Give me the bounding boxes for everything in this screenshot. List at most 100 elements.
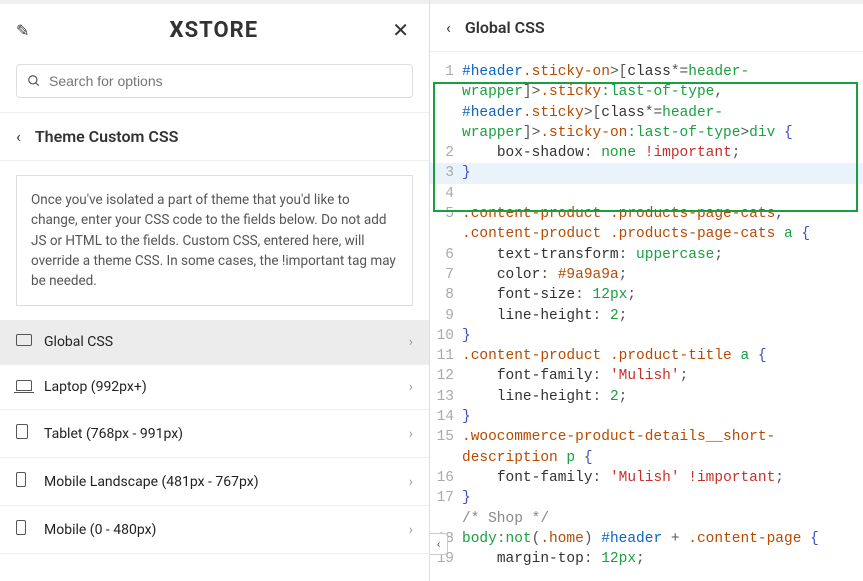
code-content: font-family: 'Mulish';: [462, 366, 863, 386]
code-content: /* Shop */: [462, 509, 863, 529]
code-line[interactable]: 17}: [430, 488, 863, 508]
line-number: [430, 448, 462, 468]
editor-header: ‹ Global CSS: [430, 4, 863, 52]
code-line[interactable]: #header.sticky>[class*=header-: [430, 103, 863, 123]
code-content: .content-product .products-page-cats,: [462, 204, 863, 224]
code-content: margin-top: 12px;: [462, 549, 863, 569]
code-line[interactable]: wrapper]>.sticky-on:last-of-type>div {: [430, 123, 863, 143]
device-icon: [16, 424, 34, 443]
menu-item-label: Mobile Landscape (481px - 767px): [44, 474, 409, 490]
line-number: 7: [430, 265, 462, 285]
line-number: 12: [430, 366, 462, 386]
code-content: .content-product .product-title a {: [462, 346, 863, 366]
line-number: [430, 224, 462, 244]
line-number: 10: [430, 326, 462, 346]
code-line[interactable]: /* Shop */: [430, 509, 863, 529]
line-number: 11: [430, 346, 462, 366]
code-content: wrapper]>.sticky-on:last-of-type>div {: [462, 123, 863, 143]
code-line[interactable]: 12 font-family: 'Mulish';: [430, 366, 863, 386]
device-icon: [16, 472, 34, 491]
line-number: 8: [430, 285, 462, 305]
back-icon[interactable]: ‹: [16, 127, 21, 146]
code-line[interactable]: 9 line-height: 2;: [430, 306, 863, 326]
menu-item[interactable]: Global CSS›: [0, 320, 429, 365]
chevron-right-icon: ›: [409, 474, 413, 490]
logo: XSTORE: [39, 18, 388, 43]
line-number: 6: [430, 245, 462, 265]
code-line[interactable]: .content-product .products-page-cats a {: [430, 224, 863, 244]
chevron-right-icon: ›: [409, 426, 413, 442]
line-number: 13: [430, 387, 462, 407]
line-number: 2: [430, 143, 462, 163]
code-content: }: [462, 407, 863, 427]
code-line[interactable]: 14}: [430, 407, 863, 427]
back-icon[interactable]: ‹: [446, 18, 451, 37]
section-header: ‹ Theme Custom CSS: [0, 112, 429, 161]
code-content: box-shadow: none !important;: [462, 143, 863, 163]
collapse-button[interactable]: ‹: [430, 533, 448, 555]
code-line[interactable]: 6 text-transform: uppercase;: [430, 245, 863, 265]
css-editor[interactable]: 1#header.sticky-on>[class*=header-wrappe…: [430, 52, 863, 581]
menu-item-label: Tablet (768px - 991px): [44, 426, 409, 442]
code-content: line-height: 2;: [462, 387, 863, 407]
line-number: 14: [430, 407, 462, 427]
code-content: line-height: 2;: [462, 306, 863, 326]
code-content: }: [462, 163, 863, 183]
menu-item-label: Laptop (992px+): [44, 379, 409, 395]
editor-title: Global CSS: [465, 18, 545, 37]
menu-list: Global CSS›Laptop (992px+)›Tablet (768px…: [0, 320, 429, 581]
code-content: }: [462, 488, 863, 508]
code-line[interactable]: 3}: [430, 163, 863, 183]
code-line[interactable]: 16 font-family: 'Mulish' !important;: [430, 468, 863, 488]
search-icon: [27, 74, 41, 88]
code-line[interactable]: description p {: [430, 448, 863, 468]
line-number: 17: [430, 488, 462, 508]
code-line[interactable]: wrapper]>.sticky:last-of-type,: [430, 82, 863, 102]
code-content: .content-product .products-page-cats a {: [462, 224, 863, 244]
search-input[interactable]: [49, 73, 402, 89]
line-number: [430, 82, 462, 102]
line-number: 3: [430, 163, 462, 183]
code-line[interactable]: 8 font-size: 12px;: [430, 285, 863, 305]
code-line[interactable]: 7 color: #9a9a9a;: [430, 265, 863, 285]
line-number: [430, 123, 462, 143]
search-input-wrap[interactable]: [16, 64, 413, 98]
close-icon[interactable]: ✕: [388, 14, 413, 46]
code-content: description p {: [462, 448, 863, 468]
device-icon: [16, 334, 34, 350]
code-content: #header.sticky-on>[class*=header-: [462, 62, 863, 82]
code-line[interactable]: 18body:not(.home) #header + .content-pag…: [430, 529, 863, 549]
menu-item-label: Global CSS: [44, 334, 409, 350]
pin-icon[interactable]: ✎: [16, 21, 29, 40]
line-number: [430, 103, 462, 123]
code-line[interactable]: 5.content-product .products-page-cats,: [430, 204, 863, 224]
code-line[interactable]: 1#header.sticky-on>[class*=header-: [430, 62, 863, 82]
line-number: 15: [430, 427, 462, 447]
line-number: 16: [430, 468, 462, 488]
code-line[interactable]: 19 margin-top: 12px;: [430, 549, 863, 569]
code-line[interactable]: 11.content-product .product-title a {: [430, 346, 863, 366]
menu-item[interactable]: Mobile (0 - 480px)›: [0, 506, 429, 554]
menu-item[interactable]: Laptop (992px+)›: [0, 365, 429, 410]
code-line[interactable]: 13 line-height: 2;: [430, 387, 863, 407]
section-title: Theme Custom CSS: [35, 127, 179, 146]
menu-item-label: Mobile (0 - 480px): [44, 522, 409, 538]
line-number: [430, 509, 462, 529]
device-icon: [16, 520, 34, 539]
code-content: }: [462, 326, 863, 346]
code-line[interactable]: 2 box-shadow: none !important;: [430, 143, 863, 163]
code-content: body:not(.home) #header + .content-page …: [462, 529, 863, 549]
line-number: 4: [430, 184, 462, 204]
line-number: 9: [430, 306, 462, 326]
code-line[interactable]: 15.woocommerce-product-details__short-: [430, 427, 863, 447]
line-number: 5: [430, 204, 462, 224]
chevron-right-icon: ›: [409, 334, 413, 350]
code-content: font-size: 12px;: [462, 285, 863, 305]
code-content: color: #9a9a9a;: [462, 265, 863, 285]
code-line[interactable]: 4: [430, 184, 863, 204]
device-icon: [16, 379, 34, 395]
menu-item[interactable]: Tablet (768px - 991px)›: [0, 410, 429, 458]
code-line[interactable]: 10}: [430, 326, 863, 346]
chevron-right-icon: ›: [409, 379, 413, 395]
menu-item[interactable]: Mobile Landscape (481px - 767px)›: [0, 458, 429, 506]
